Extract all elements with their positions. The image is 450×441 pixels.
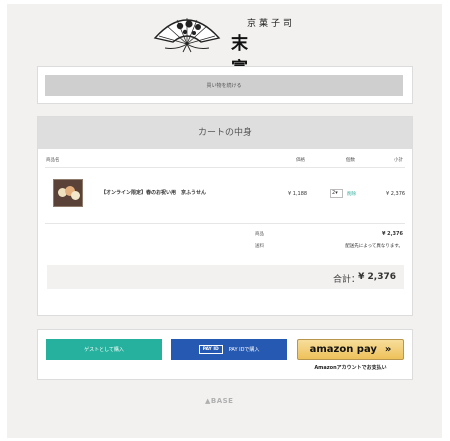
summary-goods-value: ¥ 2,376 xyxy=(381,231,403,237)
base-logo[interactable]: ▲BASE xyxy=(205,397,233,405)
amazon-pay-logo: amazon pay xyxy=(309,344,377,355)
sweet-shape xyxy=(71,191,80,200)
continue-shopping-panel: 買い物を続ける xyxy=(37,66,413,104)
product-price: ¥ 1,188 xyxy=(288,191,308,197)
total-label: 合計： xyxy=(332,275,360,285)
fan-logo-icon xyxy=(153,18,221,53)
divider xyxy=(45,223,405,224)
page-background: 京菓子司 末富 買い物を続ける カートの中身 商品名 価格 個数 小計 【オンラ… xyxy=(7,4,442,438)
double-chevron-right-icon: » xyxy=(384,344,392,355)
summary-shipping-label: 送料 xyxy=(255,244,264,249)
brand-subtitle: 京菓子司 xyxy=(247,19,296,29)
cart-title: カートの中身 xyxy=(38,117,412,149)
quantity-select[interactable]: 2▾ xyxy=(330,189,343,198)
payid-checkout-button[interactable]: PAY ID PAY IDで購入 xyxy=(171,339,287,360)
payid-badge-icon: PAY ID xyxy=(198,345,223,354)
chevron-down-icon: ▾ xyxy=(335,190,338,196)
total-value: ¥ 2,376 xyxy=(358,272,396,282)
column-header-quantity: 個数 xyxy=(346,158,355,163)
continue-shopping-button[interactable]: 買い物を続ける xyxy=(45,75,403,96)
base-label: BASE xyxy=(210,397,234,405)
checkout-panel: ゲストとして購入 PAY ID PAY IDで購入 amazon pay » A… xyxy=(37,329,413,380)
shop-logo[interactable]: 京菓子司 末富 xyxy=(147,8,322,79)
summary-shipping-value: 配送先によって異なります。 xyxy=(345,244,403,249)
guest-checkout-button[interactable]: ゲストとして購入 xyxy=(46,339,162,360)
delete-item-link[interactable]: 削除 xyxy=(347,191,356,197)
payid-checkout-label: PAY IDで購入 xyxy=(228,347,260,353)
column-header-product: 商品名 xyxy=(46,158,60,163)
amazon-pay-note: Amazonアカウントでお支払い xyxy=(314,365,387,371)
product-name-link[interactable]: 【オンライン限定】春のお祝い用 京ふうせん xyxy=(101,189,206,196)
amazon-pay-button[interactable]: amazon pay » xyxy=(297,339,404,360)
product-thumbnail[interactable] xyxy=(53,179,83,207)
line-subtotal: ¥ 2,376 xyxy=(386,191,406,197)
cart-total: 合計： ¥ 2,376 xyxy=(47,265,404,289)
column-header-price: 価格 xyxy=(296,158,305,163)
summary-goods-label: 商品 xyxy=(255,232,264,237)
divider xyxy=(45,167,405,168)
cart-panel: カートの中身 商品名 価格 個数 小計 【オンライン限定】春のお祝い用 京ふうせ… xyxy=(37,116,413,316)
column-header-subtotal: 小計 xyxy=(394,158,403,163)
